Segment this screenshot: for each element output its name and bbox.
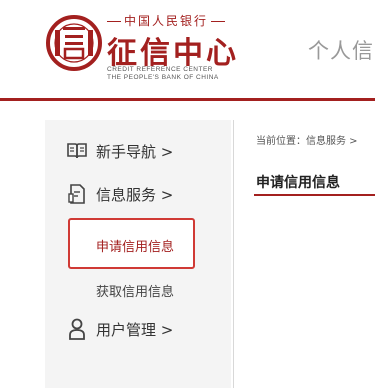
book-icon	[66, 140, 88, 162]
credit-center-logo	[46, 15, 102, 71]
sidebar-item-label: 信息服务 >	[96, 185, 174, 204]
sidebar-item-info-service[interactable]: 信息服务 >	[66, 183, 173, 205]
brand-english: CREDIT REFERENCE CENTER THE PEOPLE'S BAN…	[107, 66, 219, 82]
header-section-title: 个人信	[308, 39, 374, 63]
brand-subtitle: 中国人民银行	[104, 12, 228, 29]
content-divider	[233, 120, 234, 388]
sidebar-item-beginner-guide[interactable]: 新手导航 >	[66, 140, 173, 162]
title-underline	[254, 194, 375, 196]
breadcrumb: 当前位置：信息服务 >	[256, 136, 358, 147]
brand-en-line1: CREDIT REFERENCE CENTER	[107, 66, 214, 73]
brand-small-text: 中国人民银行	[124, 14, 209, 28]
sidebar-subitem-apply-credit-info[interactable]: 申请信用信息	[68, 218, 195, 269]
sidebar-item-user-management[interactable]: 用户管理 >	[66, 318, 173, 340]
user-icon	[66, 318, 88, 340]
brand-en-line2: THE PEOPLE'S BANK OF CHINA	[107, 74, 219, 81]
sidebar-item-label: 新手导航 >	[96, 142, 174, 161]
sidebar-subitem-get-credit-info[interactable]: 获取信用信息	[96, 281, 174, 300]
header-divider	[0, 98, 375, 101]
page-title: 申请信用信息	[256, 175, 340, 191]
document-icon	[66, 183, 88, 205]
site-header: 中国人民银行 征信中心 CREDIT REFERENCE CENTER THE …	[0, 0, 375, 98]
sidebar-subitem-label: 申请信用信息	[96, 240, 175, 255]
sidebar-item-label: 用户管理 >	[96, 320, 174, 339]
